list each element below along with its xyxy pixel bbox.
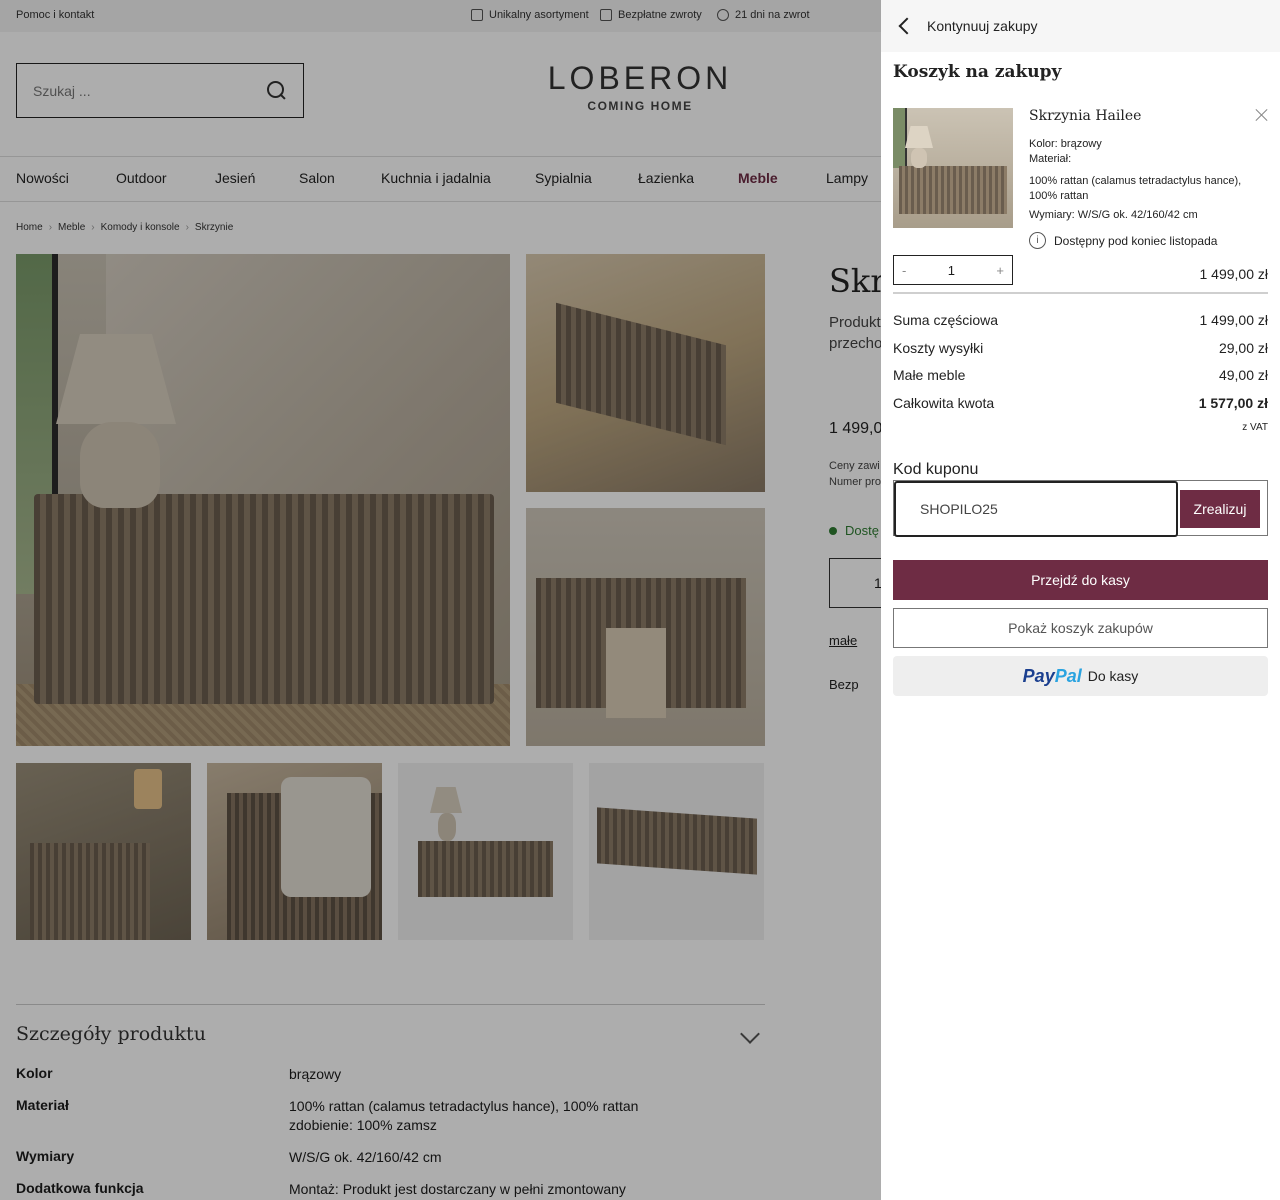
cart-title: Koszyk na zakupy xyxy=(893,62,1062,82)
qty-decrease-button[interactable]: - xyxy=(902,263,906,278)
chevron-left-icon[interactable] xyxy=(898,17,916,35)
coupon-form: Zrealizuj xyxy=(893,480,1268,537)
continue-shopping-bar[interactable]: Kontynuuj zakupy xyxy=(881,0,1280,52)
coupon-input[interactable] xyxy=(894,481,1178,537)
cart-item-dimensions: Wymiary: W/S/G ok. 42/160/42 cm xyxy=(1029,209,1198,221)
cart-item-material-label: Materiał: xyxy=(1029,153,1072,165)
cart-drawer: Kontynuuj zakupy Koszyk na zakupy Skrzyn… xyxy=(881,0,1280,1200)
show-cart-button[interactable]: Pokaż koszyk zakupów xyxy=(893,608,1268,648)
qty-increase-button[interactable]: + xyxy=(996,263,1004,278)
info-icon: i xyxy=(1029,232,1046,249)
paypal-logo-icon: PayPal xyxy=(1022,665,1082,686)
qty-value[interactable]: 1 xyxy=(948,263,955,278)
cart-item-material: 100% rattan (calamus tetradactylus hance… xyxy=(1029,175,1242,202)
summary-small-furniture: Małe meble 49,00 zł xyxy=(893,367,1268,383)
divider xyxy=(893,292,1268,294)
continue-shopping-label[interactable]: Kontynuuj zakupy xyxy=(927,18,1038,34)
summary-subtotal: Suma częściowa 1 499,00 zł xyxy=(893,312,1268,328)
cart-item-color: Kolor: brązowy xyxy=(1029,138,1102,150)
cart-item-image[interactable] xyxy=(893,108,1013,228)
summary-shipping: Koszty wysyłki 29,00 zł xyxy=(893,340,1268,356)
quantity-stepper[interactable]: - 1 + xyxy=(893,255,1013,285)
paypal-label: Do kasy xyxy=(1087,668,1139,684)
redeem-coupon-button[interactable]: Zrealizuj xyxy=(1180,490,1260,528)
cart-item-name[interactable]: Skrzynia Hailee xyxy=(1029,108,1141,124)
paypal-checkout-button[interactable]: PayPal Do kasy xyxy=(893,656,1268,696)
checkout-button[interactable]: Przejdź do kasy xyxy=(893,560,1268,600)
cart-item-price: 1 499,00 zł xyxy=(1199,266,1269,282)
remove-item-icon[interactable] xyxy=(1255,108,1269,122)
vat-note: z VAT xyxy=(1242,422,1268,433)
coupon-label: Kod kuponu xyxy=(893,461,979,478)
cart-item-availability: i Dostępny pod koniec listopada xyxy=(1029,232,1217,249)
summary-total: Całkowita kwota 1 577,00 zł xyxy=(893,395,1268,411)
